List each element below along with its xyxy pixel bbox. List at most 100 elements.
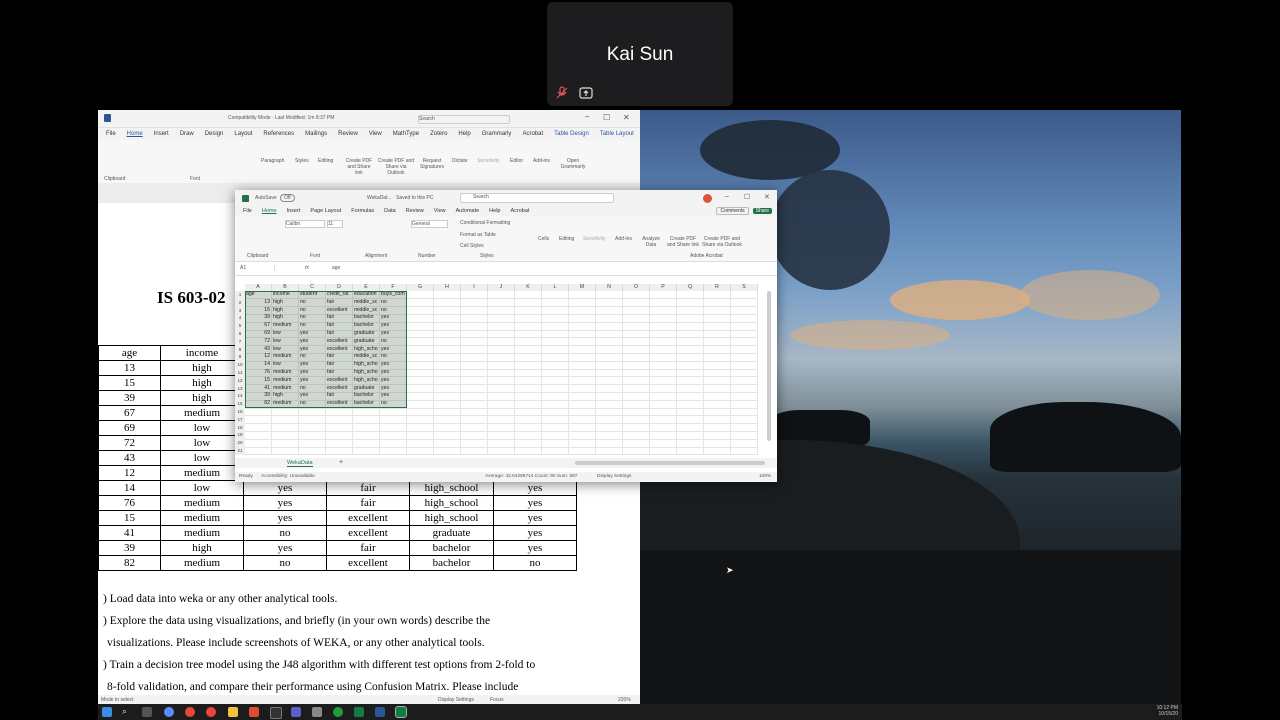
spreadsheet-cell[interactable]: no [381, 338, 405, 346]
spreadsheet-cell[interactable]: 82 [246, 400, 270, 408]
search-icon[interactable]: ⌕ [122, 706, 132, 716]
spreadsheet-cell[interactable]: yes [381, 369, 405, 377]
font-name-select[interactable]: Calibri [285, 220, 325, 228]
close-icon[interactable]: ✕ [764, 193, 770, 201]
spreadsheet-cell[interactable]: low [273, 361, 297, 369]
spreadsheet-cell[interactable]: credit_rat [327, 291, 351, 299]
format-as-table-button[interactable]: Format as Table [460, 232, 496, 238]
spreadsheet-cell[interactable]: 14 [246, 361, 270, 369]
spreadsheet-cell[interactable]: yes [381, 314, 405, 322]
tab-table-design[interactable]: Table Design [554, 131, 589, 137]
spreadsheet-cell[interactable]: no [381, 307, 405, 315]
tab-automate[interactable]: Automate [456, 208, 480, 214]
spreadsheet-cell[interactable]: 15 [246, 377, 270, 385]
spreadsheet-cell[interactable]: middle_sc [354, 299, 378, 307]
column-header[interactable]: B [272, 284, 299, 291]
spreadsheet-cell[interactable]: excellent [327, 338, 351, 346]
tab-draw[interactable]: Draw [180, 131, 194, 137]
minimize-icon[interactable]: – [725, 193, 729, 200]
excel-active-taskbar-icon[interactable] [395, 706, 407, 718]
tab-review[interactable]: Review [338, 131, 358, 137]
spreadsheet-cell[interactable]: fair [327, 299, 351, 307]
formula-input[interactable]: age [332, 265, 340, 271]
spreadsheet-cell[interactable]: 39 [246, 392, 270, 400]
spreadsheet-cell[interactable]: high [273, 392, 297, 400]
tab-mailings[interactable]: Mailings [305, 131, 327, 137]
spreadsheet-cell[interactable]: no [300, 353, 324, 361]
cells-button[interactable]: Cells [538, 236, 549, 242]
spreadsheet-cell[interactable]: buys_computer [381, 291, 405, 299]
row-header[interactable]: 1 [235, 291, 245, 299]
column-header[interactable]: S [731, 284, 758, 291]
avatar[interactable] [703, 194, 712, 203]
row-header[interactable]: 5 [235, 322, 245, 330]
terminal-icon[interactable] [270, 707, 282, 719]
spreadsheet-cell[interactable]: no [300, 385, 324, 393]
column-header[interactable]: F [380, 284, 407, 291]
spreadsheet-cell[interactable]: bachelor [354, 400, 378, 408]
spreadsheet-cell[interactable]: fair [327, 314, 351, 322]
powerpoint-icon[interactable] [249, 707, 259, 717]
spreadsheet-cell[interactable]: bachelor [354, 392, 378, 400]
column-header[interactable]: H [434, 284, 461, 291]
spreadsheet-cell[interactable]: middle_sc [354, 307, 378, 315]
row-header[interactable]: 8 [235, 345, 245, 354]
spreadsheet-cell[interactable]: low [273, 330, 297, 338]
share-button[interactable]: Share [752, 208, 772, 214]
file-explorer-icon[interactable] [228, 707, 238, 717]
tab-mathtype[interactable]: MathType [393, 131, 419, 137]
spreadsheet-cell[interactable]: no [381, 400, 405, 408]
create-pdf-outlook-button[interactable]: Create PDF and Share via Outlook [702, 236, 742, 248]
spreadsheet-cell[interactable]: age [246, 291, 270, 299]
spreadsheet-cell[interactable]: no [300, 400, 324, 408]
autosave-toggle[interactable]: Off [280, 194, 295, 202]
row-header[interactable]: 21 [235, 447, 245, 455]
tab-zotero[interactable]: Zotero [430, 131, 447, 137]
task-view-icon[interactable] [142, 707, 152, 717]
muted-mic-icon[interactable] [555, 86, 571, 100]
spreadsheet-cell[interactable]: bachelor [354, 322, 378, 330]
spreadsheet-cell[interactable]: yes [381, 346, 405, 354]
excel-taskbar-icon[interactable] [354, 707, 364, 717]
spreadsheet-cell[interactable]: medium [273, 322, 297, 330]
spreadsheet-cell[interactable]: no [300, 299, 324, 307]
tab-grammarly[interactable]: Grammarly [482, 131, 512, 137]
spreadsheet-cell[interactable]: no [300, 307, 324, 315]
create-pdf-share-link-button[interactable]: Create PDF and Share link [667, 236, 699, 248]
spreadsheet-cell[interactable]: yes [381, 361, 405, 369]
row-header[interactable]: 4 [235, 314, 245, 323]
spreadsheet-cell[interactable]: yes [381, 385, 405, 393]
tab-formulas[interactable]: Formulas [351, 208, 374, 214]
minimize-icon[interactable]: – [585, 112, 589, 121]
spreadsheet-cell[interactable]: 39 [246, 314, 270, 322]
system-clock[interactable]: 10:12 PM 10/15/20 [1157, 705, 1178, 717]
spreadsheet-cell[interactable]: 13 [246, 299, 270, 307]
spreadsheet-cell[interactable]: medium [273, 369, 297, 377]
word-zoom-level[interactable]: 220% [618, 697, 631, 703]
spreadsheet-cell[interactable]: yes [381, 392, 405, 400]
row-header[interactable]: 20 [235, 439, 245, 447]
font-size-select[interactable]: 11 [327, 220, 343, 228]
column-header[interactable]: G [407, 284, 434, 291]
spreadsheet-cell[interactable]: fair [327, 369, 351, 377]
tab-insert[interactable]: Insert [154, 131, 169, 137]
name-box[interactable]: A1 [240, 265, 275, 271]
maximize-icon[interactable]: ☐ [603, 113, 610, 122]
spreadsheet-cell[interactable]: yes [300, 369, 324, 377]
spreadsheet-cell[interactable]: yes [381, 322, 405, 330]
spreadsheet-cell[interactable]: fair [327, 322, 351, 330]
spreadsheet-cell[interactable]: 43 [246, 346, 270, 354]
spreadsheet-cell[interactable]: medium [273, 385, 297, 393]
spreadsheet-cell[interactable]: medium [273, 353, 297, 361]
excel-zoom-level[interactable]: 100% [759, 474, 771, 479]
spreadsheet-cell[interactable]: excellent [327, 377, 351, 385]
spreadsheet-cell[interactable]: education [354, 291, 378, 299]
spreadsheet-cell[interactable]: bachelor [354, 314, 378, 322]
row-header[interactable]: 10 [235, 361, 245, 369]
spreadsheet-cell[interactable]: 41 [246, 385, 270, 393]
editing-button[interactable]: Editing [559, 236, 574, 242]
row-header[interactable]: 15 [235, 400, 245, 408]
spreadsheet-cell[interactable]: 12 [246, 353, 270, 361]
styles-button[interactable]: Styles [295, 158, 309, 164]
spreadsheet-cell[interactable]: excellent [327, 385, 351, 393]
